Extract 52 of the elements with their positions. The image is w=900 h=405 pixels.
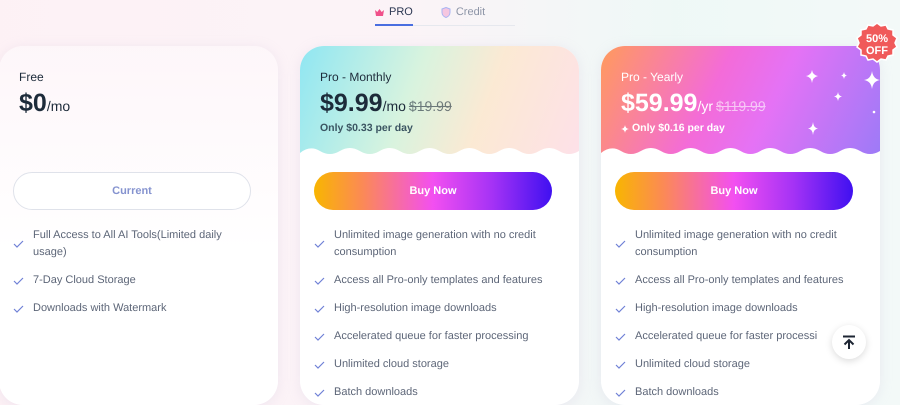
price-period: /mo xyxy=(46,98,70,115)
check-icon xyxy=(13,304,24,312)
price-period: /yr xyxy=(697,98,714,115)
per-day-price: Only $0.16 per day xyxy=(632,121,725,136)
feature-text: Unlimited image generation with no credit consumption xyxy=(635,228,838,260)
price: $59.99 xyxy=(621,88,698,118)
original-price: $119.99 xyxy=(716,98,766,115)
shield-icon xyxy=(440,6,451,18)
check-icon xyxy=(615,360,626,368)
per-day-price: Only $0.33 per day xyxy=(320,121,413,136)
check-icon xyxy=(615,276,626,284)
arrow-up-icon xyxy=(842,334,856,350)
buy-now-button[interactable]: Buy Now xyxy=(615,172,853,210)
buy-now-button[interactable]: Buy Now xyxy=(314,172,552,210)
feature-text: 7-Day Cloud Storage xyxy=(33,273,136,288)
feature-text: Unlimited cloud storage xyxy=(635,357,750,372)
sparkle-icon xyxy=(621,124,629,133)
plan-name: Pro - Monthly xyxy=(320,69,392,86)
check-icon xyxy=(314,388,325,396)
feature-text: Accelerated queue for faster processi xyxy=(635,329,818,344)
feature-text: Access all Pro-only templates and features xyxy=(334,273,542,288)
feature-text: Unlimited image generation with no credit consumption xyxy=(334,228,537,260)
price-period: /mo xyxy=(382,98,406,115)
check-icon xyxy=(314,304,325,312)
check-icon xyxy=(13,240,24,248)
feature-text: High-resolution image downloads xyxy=(334,301,497,316)
check-icon xyxy=(13,276,24,284)
check-icon xyxy=(314,332,325,340)
check-icon xyxy=(615,332,626,340)
feature-text: Downloads with Watermark xyxy=(33,301,166,316)
price: $9.99 xyxy=(320,88,383,118)
check-icon xyxy=(314,240,325,248)
feature-text: Access all Pro-only templates and features xyxy=(635,273,844,288)
feature-text: Accelerated queue for faster processing xyxy=(334,329,528,344)
check-icon xyxy=(615,304,626,312)
original-price: $19.99 xyxy=(408,98,452,115)
feature-text: Full Access to All AI Tools(Limited daily usage) xyxy=(33,228,223,260)
plan-name: Free xyxy=(19,69,45,86)
check-icon xyxy=(314,360,325,368)
feature-text: Batch downloads xyxy=(635,385,719,400)
feature-text: Batch downloads xyxy=(334,385,418,400)
crown-icon xyxy=(375,8,384,16)
feature-text: High-resolution image downloads xyxy=(635,301,798,316)
feature-text: Unlimited cloud storage xyxy=(334,357,449,372)
check-icon xyxy=(314,276,325,284)
check-icon xyxy=(615,240,626,248)
plan-name: Pro - Yearly xyxy=(621,69,684,86)
tab[interactable]: PRO xyxy=(375,4,413,26)
current-plan-button[interactable]: Current xyxy=(13,172,251,210)
check-icon xyxy=(615,388,626,396)
tab[interactable]: Credit xyxy=(440,4,486,26)
price: $0 xyxy=(19,88,47,118)
